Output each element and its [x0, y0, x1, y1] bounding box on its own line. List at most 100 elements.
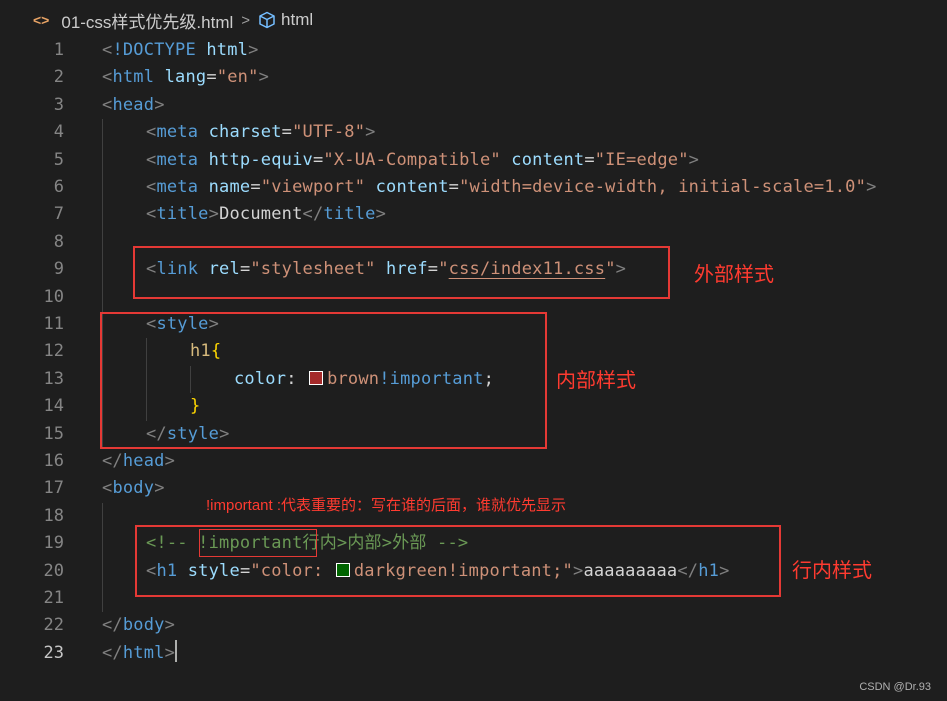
code-token: </ — [102, 451, 123, 471]
indent-guide — [102, 585, 103, 613]
line-number: 11 — [43, 314, 64, 334]
internal-style-label: 内部样式 — [556, 370, 636, 392]
line-number: 12 — [43, 341, 64, 362]
code-token: meta — [156, 149, 199, 170]
line-number: 14 — [43, 396, 64, 417]
line-number: 8 — [53, 231, 64, 252]
code-token: title — [156, 204, 209, 225]
code-token: head — [122, 451, 165, 471]
code-token: > — [258, 67, 269, 88]
code-line[interactable]: 2 <html lang="en"> — [0, 64, 947, 91]
indent-guide — [102, 119, 103, 147]
code-token: > — [164, 642, 176, 663]
code-line[interactable]: 5 <meta http-equiv="X-UA-Compatible" cont… — [0, 146, 947, 174]
code-token: !DOCTYPE — [112, 40, 196, 60]
code-token: "width=device-width, initial-scale=1.0" — [459, 177, 867, 197]
code-token: > — [164, 451, 176, 471]
code-token: title — [323, 204, 376, 225]
inline-style-highlight-box — [135, 525, 781, 597]
code-line[interactable]: 16 </head> — [0, 448, 947, 475]
code-token: > — [154, 478, 165, 499]
code-line[interactable]: 22 </body> — [0, 612, 947, 639]
code-text: </html> — [102, 639, 178, 667]
cube-icon — [259, 11, 275, 29]
code-token: </ — [102, 642, 123, 663]
code-token: name — [208, 177, 251, 197]
code-token: > — [688, 149, 700, 170]
code-token: meta — [156, 122, 199, 143]
line-number: 4 — [53, 122, 64, 143]
code-token: < — [146, 149, 157, 170]
code-line[interactable]: 23 </html> — [0, 639, 947, 667]
code-token: > — [248, 40, 259, 60]
inline-style-label: 行内样式 — [792, 560, 872, 582]
code-token: "viewport" — [260, 177, 366, 197]
code-line[interactable]: 3 <head> — [0, 92, 947, 119]
code-token: > — [208, 204, 220, 225]
code-token: body — [112, 478, 155, 499]
line-number: 13 — [43, 368, 64, 389]
code-token: http-equiv — [208, 149, 313, 170]
code-text: <meta name="viewport" content="width=dev… — [146, 174, 877, 201]
code-token: = — [448, 177, 460, 197]
code-token: head — [112, 94, 155, 115]
line-number: 22 — [43, 615, 64, 636]
indent-guide — [102, 174, 103, 202]
line-number: 23 — [43, 642, 64, 663]
code-token: > — [365, 122, 376, 143]
breadcrumb-separator: > — [241, 11, 251, 29]
code-token: charset — [208, 122, 282, 143]
code-token: > — [866, 177, 877, 197]
indent-guide — [102, 530, 103, 558]
indent-guide — [102, 283, 103, 311]
line-number: 1 — [53, 40, 64, 60]
line-number: 18 — [43, 505, 64, 526]
internal-style-highlight-box — [100, 312, 547, 449]
code-token: = — [281, 122, 293, 143]
indent-guide — [102, 146, 103, 174]
external-style-label: 外部样式 — [694, 264, 774, 286]
code-text: <!DOCTYPE html> — [102, 37, 259, 64]
code-token: meta — [156, 177, 199, 197]
code-token: html — [206, 40, 249, 60]
code-token: "UTF-8" — [292, 122, 366, 143]
indent-guide — [102, 502, 103, 531]
code-text: </body> — [102, 612, 175, 639]
code-token: content — [511, 149, 585, 170]
html-file-icon: <> — [33, 12, 50, 28]
line-number: 9 — [53, 259, 64, 280]
line-number: 10 — [43, 286, 64, 307]
code-token: </ — [302, 204, 324, 225]
code-token: "X-UA-Compatible" — [323, 149, 501, 170]
breadcrumb-file[interactable]: 01-css样式优先级.html — [61, 8, 233, 33]
external-style-highlight-box — [133, 246, 670, 299]
code-text: <body> — [102, 475, 165, 502]
code-token: < — [102, 478, 113, 499]
code-token: > — [164, 615, 176, 636]
code-line[interactable]: 1 <!DOCTYPE html> — [0, 37, 947, 64]
line-number: 6 — [53, 177, 64, 197]
code-text: <title>Document</title> — [146, 201, 386, 228]
code-token: < — [146, 204, 157, 225]
important-note: !important :代表重要的：写在谁的后面，谁就优先显示 — [206, 497, 567, 514]
breadcrumb: <> 01-css样式优先级.html > html — [0, 0, 947, 40]
breadcrumb-element[interactable]: html — [281, 10, 313, 30]
code-token: < — [102, 94, 113, 115]
line-number: 17 — [43, 478, 64, 499]
code-token: body — [122, 615, 165, 636]
line-number: 20 — [43, 560, 64, 581]
code-line[interactable]: 7 <title>Document</title> — [0, 201, 947, 229]
code-line[interactable]: 6 <meta name="viewport" content="width=de… — [0, 174, 947, 202]
code-token: html — [122, 642, 165, 663]
code-token: lang — [164, 67, 207, 88]
code-text: <head> — [102, 92, 165, 119]
line-number: 3 — [53, 94, 64, 115]
code-text: </head> — [102, 448, 175, 475]
code-token: > — [154, 94, 165, 115]
line-number: 2 — [53, 67, 64, 88]
code-line[interactable]: 4 <meta charset="UTF-8"> — [0, 119, 947, 147]
